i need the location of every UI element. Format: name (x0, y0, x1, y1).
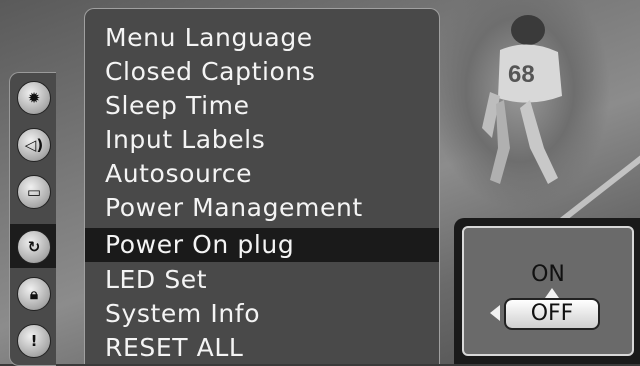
setup-icon[interactable]: ↻ (17, 230, 51, 264)
up-arrow-icon (545, 288, 559, 298)
option-panel-inner: ON OFF (462, 226, 634, 356)
menu-item-system-info[interactable]: System Info (85, 297, 439, 331)
jersey-number: 68 (508, 61, 535, 88)
menu-item-reset-all[interactable]: RESET ALL (85, 331, 439, 365)
info-icon[interactable]: ! (17, 324, 51, 358)
menu-item-sleep-time[interactable]: Sleep Time (85, 89, 439, 123)
left-arrow-icon (490, 305, 500, 321)
menu-category-sidebar: ✹ ◁) ▭ ↻ 🔒︎ ! (9, 72, 56, 366)
option-on[interactable]: ON (464, 262, 632, 287)
menu-item-closed-captions[interactable]: Closed Captions (85, 55, 439, 89)
option-off-selected[interactable]: OFF (504, 298, 600, 330)
audio-icon[interactable]: ◁) (17, 128, 51, 162)
menu-item-led-set[interactable]: LED Set (85, 263, 439, 297)
menu-item-power-on-plug[interactable]: Power On plug (85, 228, 439, 262)
menu-item-power-management[interactable]: Power Management (85, 191, 439, 225)
menu-item-input-labels[interactable]: Input Labels (85, 123, 439, 157)
menu-item-autosource[interactable]: Autosource (85, 157, 439, 191)
option-panel: ON OFF (454, 218, 640, 364)
football-player-image: 68 (482, 15, 562, 184)
tv-icon[interactable]: ▭ (17, 175, 51, 209)
setup-menu: Menu Language Closed Captions Sleep Time… (84, 8, 440, 364)
lock-icon[interactable]: 🔒︎ (17, 277, 51, 311)
picture-icon[interactable]: ✹ (17, 81, 51, 115)
menu-item-menu-language[interactable]: Menu Language (85, 21, 439, 55)
